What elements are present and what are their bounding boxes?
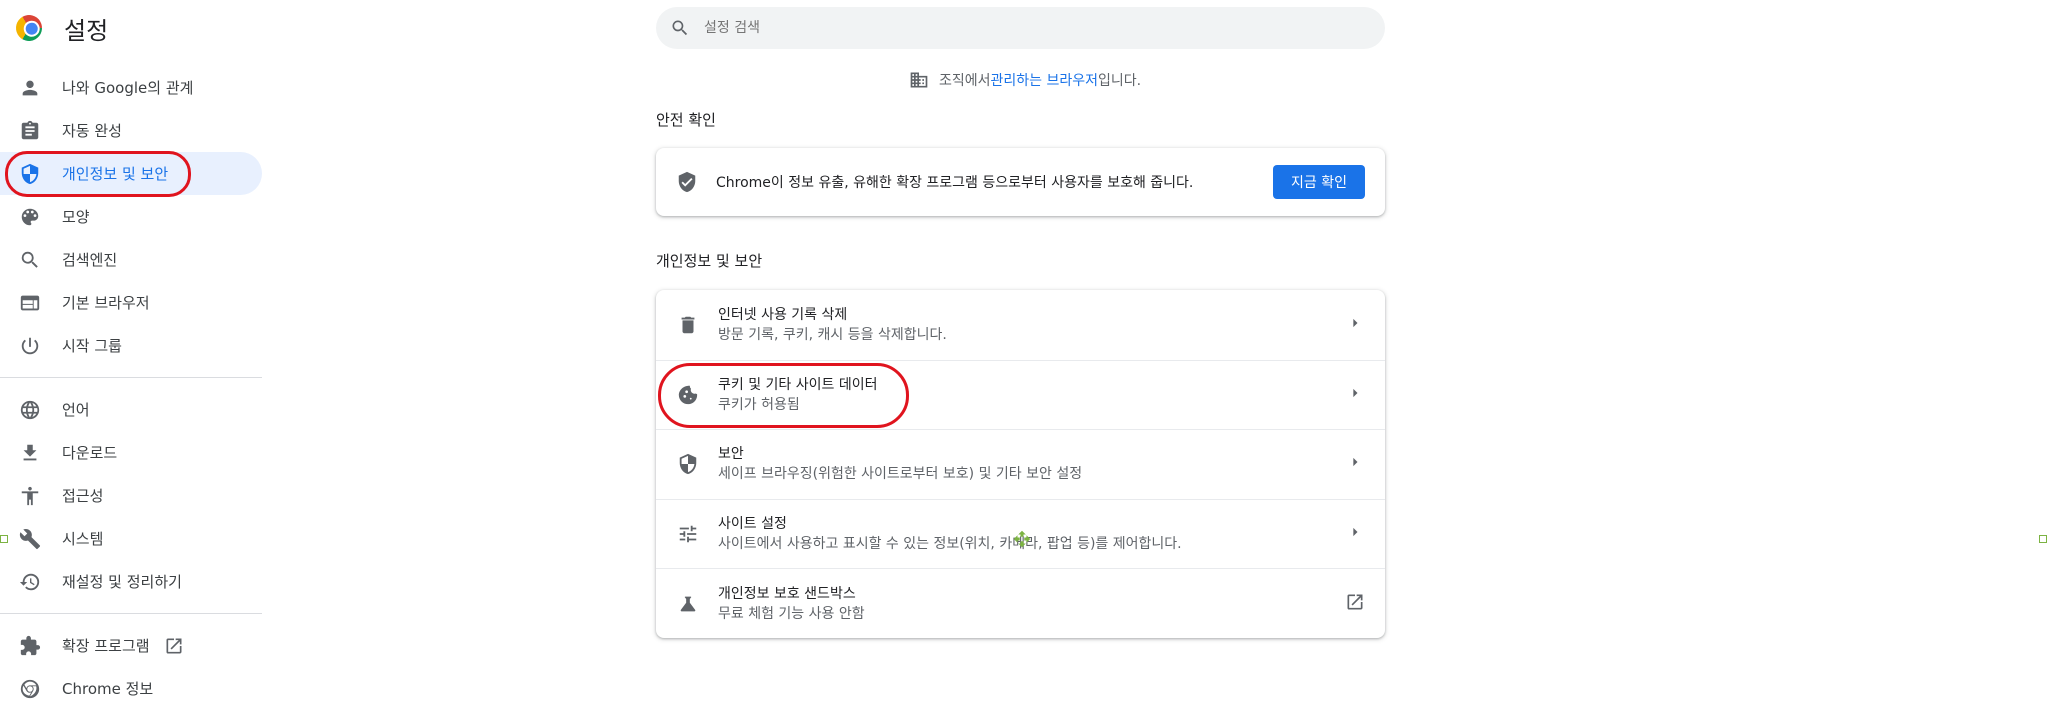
row-subtitle: 방문 기록, 쿠키, 캐시 등을 삭제합니다.	[718, 326, 947, 343]
search-icon	[18, 248, 42, 272]
sidebar-item-label: 다운로드	[62, 444, 118, 462]
open-in-new-icon	[164, 636, 184, 656]
sidebar-item-label: 시스템	[62, 530, 104, 548]
sidebar-item-label: 검색엔진	[62, 251, 118, 269]
search-icon	[672, 20, 688, 36]
sidebar-item-reset[interactable]: 재설정 및 정리하기	[0, 560, 262, 603]
sidebar-item-label: 모양	[62, 208, 90, 226]
sidebar-divider	[0, 613, 262, 614]
row-subtitle: 사이트에서 사용하고 표시할 수 있는 정보(위치, 카메라, 팝업 등)를 제…	[718, 536, 1182, 553]
row-title: 사이트 설정	[718, 516, 787, 533]
privacy-card: 인터넷 사용 기록 삭제 방문 기록, 쿠키, 캐시 등을 삭제합니다. 쿠키 …	[656, 290, 1385, 638]
browser-icon	[18, 291, 42, 315]
managed-browser-link[interactable]: 관리하는 브라우저	[990, 70, 1098, 90]
sidebar-item-about-chrome[interactable]: Chrome 정보	[0, 667, 262, 707]
sidebar-divider	[0, 377, 262, 378]
sidebar-item-label: 시작 그룹	[62, 337, 122, 355]
sidebar-item-extensions[interactable]: 확장 프로그램	[0, 624, 262, 667]
sidebar-item-label: 확장 프로그램	[62, 637, 150, 655]
tune-icon	[676, 522, 700, 546]
sidebar-item-label: 기본 브라우저	[62, 294, 150, 312]
row-title: 인터넷 사용 기록 삭제	[718, 306, 848, 323]
sidebar-item-label: 개인정보 및 보안	[62, 165, 169, 183]
sidebar-item-downloads[interactable]: 다운로드	[0, 431, 262, 474]
chrome-icon	[18, 677, 42, 701]
resize-handle-right[interactable]	[2039, 535, 2047, 543]
row-subtitle: 무료 체험 기능 사용 안함	[718, 605, 865, 622]
power-icon	[18, 334, 42, 358]
sidebar-item-label: 접근성	[62, 487, 104, 505]
trash-icon	[676, 313, 700, 337]
accessibility-icon	[18, 484, 42, 508]
globe-icon	[18, 398, 42, 422]
row-title: 개인정보 보호 샌드박스	[718, 585, 856, 602]
row-title: 보안	[718, 446, 744, 463]
sidebar-item-autofill[interactable]: 자동 완성	[0, 109, 262, 152]
sidebar-item-label: 자동 완성	[62, 122, 122, 140]
resize-handle-left[interactable]	[0, 535, 8, 543]
sidebar-item-languages[interactable]: 언어	[0, 388, 262, 431]
sidebar-item-search-engine[interactable]: 검색엔진	[0, 238, 262, 281]
safety-check-card: Chrome이 정보 유출, 유해한 확장 프로그램 등으로부터 사용자를 보호…	[656, 148, 1385, 216]
sidebar-item-appearance[interactable]: 모양	[0, 195, 262, 238]
sidebar-item-on-startup[interactable]: 시작 그룹	[0, 324, 262, 367]
download-icon	[18, 441, 42, 465]
row-subtitle: 쿠키가 허용됨	[718, 396, 800, 413]
chrome-logo-icon	[11, 10, 47, 46]
open-in-new-icon	[1345, 592, 1365, 616]
row-title: 쿠키 및 기타 사이트 데이터	[718, 376, 878, 393]
privacy-sandbox-row[interactable]: 개인정보 보호 샌드박스 무료 체험 기능 사용 안함	[656, 568, 1385, 638]
cookies-row[interactable]: 쿠키 및 기타 사이트 데이터 쿠키가 허용됨	[656, 359, 1385, 430]
history-icon	[18, 570, 42, 594]
search-input[interactable]	[704, 20, 1304, 36]
arrow-right-icon	[1345, 522, 1365, 546]
sidebar-item-accessibility[interactable]: 접근성	[0, 474, 262, 517]
privacy-section-heading: 개인정보 및 보안	[656, 252, 763, 270]
arrow-right-icon	[1345, 313, 1365, 337]
page-title: 설정	[64, 16, 109, 45]
sidebar-item-label: Chrome 정보	[62, 680, 154, 698]
sidebar-item-system[interactable]: 시스템	[0, 517, 262, 560]
wrench-icon	[18, 527, 42, 551]
clipboard-icon	[18, 119, 42, 143]
shield-icon	[18, 162, 42, 186]
cookie-icon	[676, 383, 700, 407]
verified-shield-icon	[678, 171, 696, 193]
settings-search-box[interactable]	[656, 7, 1385, 49]
building-icon	[910, 72, 928, 88]
clear-browsing-data-row[interactable]: 인터넷 사용 기록 삭제 방문 기록, 쿠키, 캐시 등을 삭제합니다.	[656, 290, 1385, 360]
puzzle-icon	[18, 634, 42, 658]
row-subtitle: 세이프 브라우징(위험한 사이트로부터 보호) 및 기타 보안 설정	[718, 466, 1083, 483]
sidebar-item-privacy[interactable]: 개인정보 및 보안	[0, 152, 262, 195]
settings-header: 설정	[11, 10, 109, 46]
managed-notice: 조직에서 관리하는 브라우저 입니다.	[0, 70, 2048, 90]
sidebar-item-label: 언어	[62, 401, 90, 419]
managed-text: 조직에서	[938, 73, 991, 89]
sidebar-nav: 나와 Google의 관계 자동 완성 개인정보 및 보안 모양 검색엔진 기본…	[0, 66, 262, 707]
security-row[interactable]: 보안 세이프 브라우징(위험한 사이트로부터 보호) 및 기타 보안 설정	[656, 429, 1385, 499]
palette-icon	[18, 205, 42, 229]
move-cursor-icon	[1013, 530, 1031, 548]
check-now-button[interactable]: 지금 확인	[1273, 165, 1365, 199]
safety-check-heading: 안전 확인	[656, 111, 716, 129]
managed-text-suffix: 입니다.	[1097, 73, 1142, 89]
sidebar-item-default-browser[interactable]: 기본 브라우저	[0, 281, 262, 324]
safety-check-description: Chrome이 정보 유출, 유해한 확장 프로그램 등으로부터 사용자를 보호…	[716, 175, 1194, 191]
arrow-right-icon	[1345, 383, 1365, 407]
sidebar-item-label: 재설정 및 정리하기	[62, 573, 182, 591]
arrow-right-icon	[1345, 452, 1365, 476]
security-shield-icon	[676, 452, 700, 476]
flask-icon	[676, 592, 700, 616]
